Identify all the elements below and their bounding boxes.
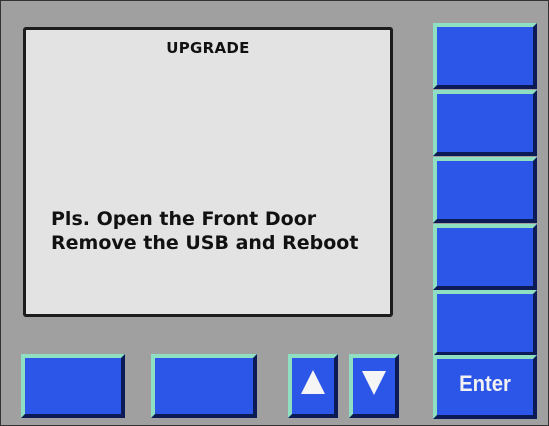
soft-key-4[interactable] (433, 224, 537, 290)
soft-key-3[interactable] (433, 157, 537, 223)
message-line-1: Pls. Open the Front Door (51, 208, 317, 230)
soft-key-1[interactable] (433, 23, 537, 89)
soft-key-5[interactable] (433, 290, 537, 356)
bottom-key-2[interactable] (151, 354, 257, 418)
up-arrow-icon (301, 370, 325, 394)
bottom-key-1[interactable] (21, 354, 125, 418)
up-button[interactable] (288, 354, 338, 418)
screen-title: UPGRADE (166, 39, 250, 57)
down-button[interactable] (349, 354, 399, 418)
control-panel: UPGRADE Pls. Open the Front Door Remove … (0, 0, 549, 426)
down-arrow-icon (362, 371, 386, 395)
screen-message: Pls. Open the Front Door Remove the USB … (51, 207, 358, 255)
message-line-2: Remove the USB and Reboot (51, 232, 359, 254)
enter-button[interactable]: Enter (433, 355, 537, 419)
enter-label: Enter (459, 371, 511, 396)
display-screen: UPGRADE Pls. Open the Front Door Remove … (23, 27, 393, 317)
soft-key-2[interactable] (433, 90, 537, 156)
